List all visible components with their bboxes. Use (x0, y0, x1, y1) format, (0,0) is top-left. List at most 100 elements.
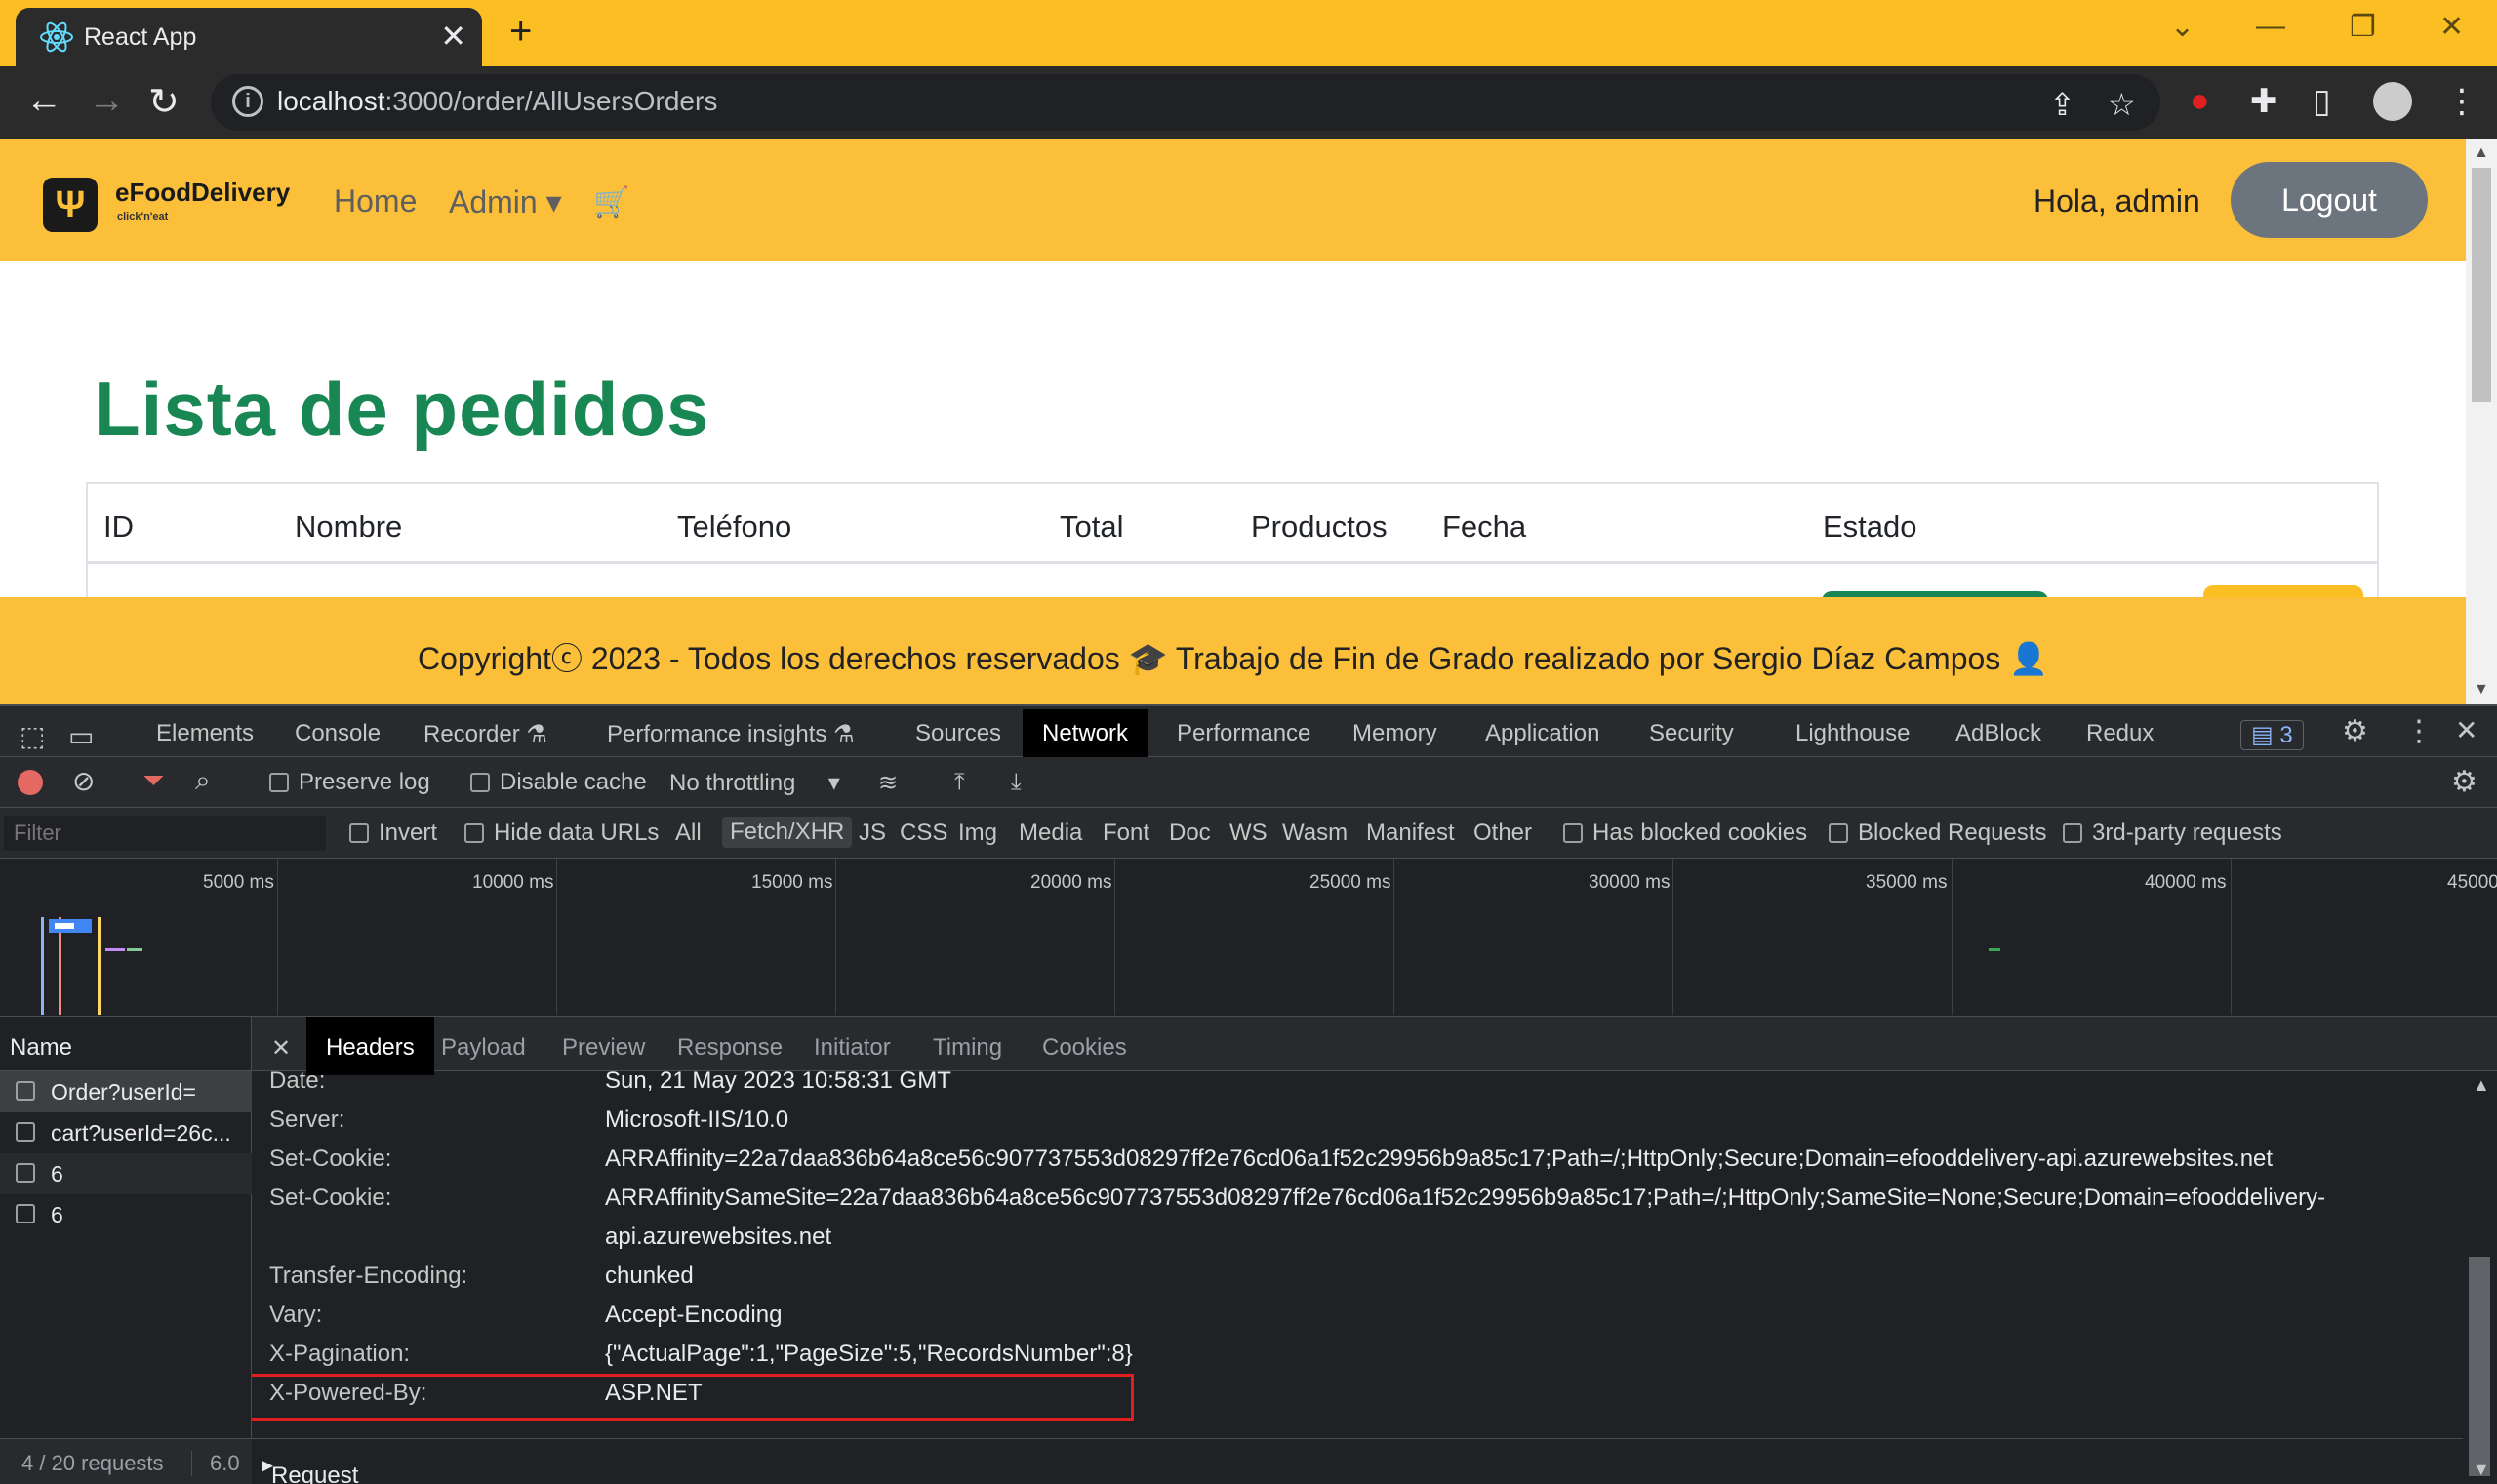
request-row[interactable]: 6 (0, 1153, 252, 1194)
scroll-down-icon[interactable]: ▼ (2473, 1460, 2490, 1480)
preserve-log-checkbox[interactable]: Preserve log (269, 769, 430, 796)
tab-security[interactable]: Security (1649, 720, 1734, 747)
import-har-icon[interactable]: ⤒ (954, 769, 965, 796)
request-row[interactable]: cart?userId=26c... (0, 1112, 252, 1153)
close-devtools-icon[interactable]: ✕ (2455, 714, 2477, 746)
tab-performance[interactable]: Performance (1177, 720, 1310, 747)
tab-timing[interactable]: Timing (933, 1034, 1002, 1062)
network-timeline-overview[interactable]: 5000 ms 10000 ms 15000 ms 20000 ms 25000… (0, 859, 2497, 1017)
cart-icon[interactable]: 🛒 (593, 185, 629, 220)
bookmark-star-icon[interactable]: ☆ (2108, 86, 2136, 123)
scroll-up-icon[interactable]: ▲ (2473, 1075, 2490, 1096)
request-list-header[interactable]: Name (0, 1017, 252, 1071)
request-row[interactable]: 6 (0, 1194, 252, 1235)
tab-cookies[interactable]: Cookies (1042, 1034, 1127, 1062)
throttling-select[interactable]: No throttling ▾ (669, 769, 840, 797)
filter-ws[interactable]: WS (1229, 820, 1268, 847)
filter-manifest[interactable]: Manifest (1366, 820, 1455, 847)
share-icon[interactable]: ⇪ (2049, 86, 2075, 123)
forward-icon[interactable]: → (88, 80, 125, 122)
action-button[interactable] (2203, 585, 2363, 597)
request-headers-section[interactable]: ▸ Request Headers (15) (252, 1438, 2497, 1484)
tab-close-icon[interactable]: ✕ (440, 18, 466, 55)
details-scrollbar[interactable]: ▲ ▼ (2463, 1071, 2497, 1484)
back-icon[interactable]: ← (25, 80, 62, 122)
url-bar[interactable]: i localhost:3000/order/AllUsersOrders ⇪ … (211, 74, 2160, 131)
extensions-puzzle-icon[interactable]: ✚ (2250, 82, 2278, 121)
tab-payload[interactable]: Payload (441, 1034, 526, 1062)
tab-initiator[interactable]: Initiator (814, 1034, 891, 1062)
scroll-down-icon[interactable]: ▼ (2474, 681, 2489, 699)
filter-media[interactable]: Media (1019, 820, 1082, 847)
close-details-icon[interactable]: ✕ (271, 1034, 291, 1063)
tab-preview[interactable]: Preview (562, 1034, 645, 1062)
tab-application[interactable]: Application (1485, 720, 1599, 747)
tab-elements[interactable]: Elements (156, 720, 254, 747)
info-icon[interactable]: i (232, 86, 263, 117)
devtools-menu-icon[interactable]: ⋮ (2404, 714, 2434, 748)
tab-headers[interactable]: Headers (306, 1017, 434, 1075)
filter-other[interactable]: Other (1473, 820, 1532, 847)
blocked-requests-checkbox[interactable]: Blocked Requests (1829, 820, 2046, 847)
nav-admin-dropdown[interactable]: Admin ▾ (449, 183, 562, 221)
tab-sources[interactable]: Sources (915, 720, 1001, 747)
tab-search-icon[interactable]: ⌄ (2170, 10, 2195, 44)
extension-icon[interactable]: ● (2190, 82, 2210, 120)
tab-memory[interactable]: Memory (1352, 720, 1437, 747)
tab-performance-insights[interactable]: Performance insights ⚗ (607, 720, 855, 748)
filter-input[interactable] (4, 816, 326, 851)
tab-redux[interactable]: Redux (2086, 720, 2154, 747)
close-window-button[interactable]: ✕ (2439, 10, 2464, 44)
tab-recorder[interactable]: Recorder ⚗ (423, 720, 547, 748)
request-row[interactable]: Order?userId= (0, 1071, 252, 1112)
inspect-element-icon[interactable]: ⬚ (20, 720, 45, 752)
page-scrollbar[interactable]: ▲ ▼ (2466, 139, 2497, 704)
menu-kebab-icon[interactable]: ⋮ (2445, 82, 2478, 121)
clear-icon[interactable]: ⊘ (72, 765, 95, 797)
hide-data-urls-checkbox[interactable]: Hide data URLs (464, 820, 659, 847)
tab-network[interactable]: Network (1023, 709, 1148, 758)
side-panel-icon[interactable]: ▯ (2313, 82, 2331, 121)
filter-wasm[interactable]: Wasm (1282, 820, 1348, 847)
filter-doc[interactable]: Doc (1169, 820, 1211, 847)
filter-font[interactable]: Font (1103, 820, 1149, 847)
tab-response[interactable]: Response (677, 1034, 783, 1062)
tab-adblock[interactable]: AdBlock (1955, 720, 2041, 747)
request-headers-toggle[interactable]: ▸ Request Headers (15) (262, 1451, 358, 1484)
disable-cache-checkbox[interactable]: Disable cache (470, 769, 647, 796)
blocked-cookies-checkbox[interactable]: Has blocked cookies (1563, 820, 1807, 847)
tab-console[interactable]: Console (295, 720, 381, 747)
export-har-icon[interactable]: ⤓ (1011, 769, 1022, 796)
device-toolbar-icon[interactable]: ▭ (68, 720, 94, 752)
nav-home[interactable]: Home (334, 183, 417, 220)
filter-img[interactable]: Img (958, 820, 997, 847)
restore-button[interactable]: ❐ (2350, 10, 2376, 44)
browser-tab[interactable]: React App ✕ (16, 8, 482, 68)
search-icon[interactable]: ⌕ (195, 765, 211, 797)
network-settings-icon[interactable]: ⚙ (2451, 765, 2477, 799)
filter-fetch-xhr[interactable]: Fetch/XHR (722, 817, 853, 848)
new-tab-button[interactable]: + (509, 10, 532, 54)
invert-checkbox[interactable]: Invert (349, 820, 437, 847)
filter-all[interactable]: All (675, 820, 702, 847)
record-icon[interactable] (18, 770, 43, 795)
filter-css[interactable]: CSS (900, 820, 947, 847)
logout-button[interactable]: Logout (2231, 162, 2428, 238)
reload-icon[interactable]: ↻ (148, 80, 180, 124)
brand-name[interactable]: eFoodDelivery (115, 178, 290, 208)
logo-fork-knife-icon[interactable]: Ψ (43, 178, 98, 232)
profile-avatar[interactable] (2373, 82, 2412, 121)
third-party-checkbox[interactable]: 3rd-party requests (2063, 820, 2282, 847)
url-text[interactable]: localhost:3000/order/AllUsersOrders (277, 86, 717, 117)
grid-line (1114, 859, 1115, 1015)
issues-badge[interactable]: ▤ 3 (2240, 720, 2304, 750)
scroll-thumb[interactable] (2469, 1257, 2490, 1476)
settings-gear-icon[interactable]: ⚙ (2342, 714, 2368, 748)
filter-js[interactable]: JS (859, 820, 886, 847)
tab-lighthouse[interactable]: Lighthouse (1795, 720, 1910, 747)
minimize-button[interactable]: — (2256, 10, 2285, 43)
network-conditions-icon[interactable]: ≋ (878, 769, 898, 797)
filter-funnel-icon[interactable]: ⏷ (142, 765, 164, 797)
scroll-up-icon[interactable]: ▲ (2474, 144, 2489, 162)
scroll-thumb[interactable] (2472, 168, 2491, 402)
